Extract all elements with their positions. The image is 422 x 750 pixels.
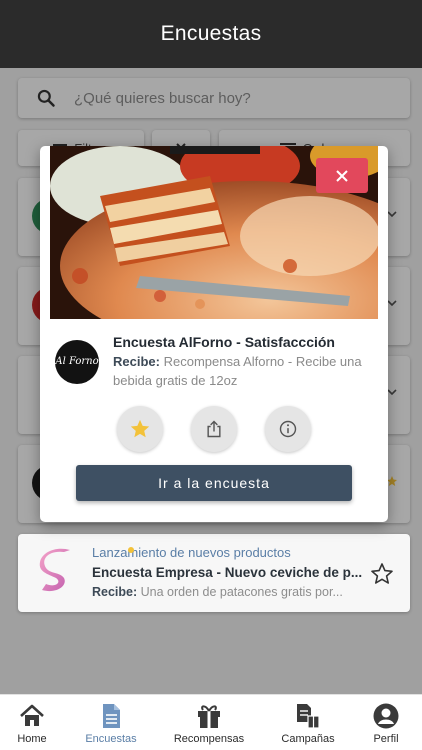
campaign-icon: [297, 704, 320, 729]
favorite-button[interactable]: [117, 406, 163, 452]
nav-label: Perfil: [373, 733, 399, 745]
reward-label: Recibe:: [113, 354, 160, 369]
gift-icon: [198, 705, 220, 728]
profile-icon: [373, 703, 399, 729]
home-icon: [20, 704, 44, 726]
nav-label: Encuestas: [85, 733, 137, 745]
star-icon: [130, 419, 150, 438]
nav-label: Recompensas: [173, 733, 245, 745]
survey-photo: [50, 146, 378, 319]
nav-home[interactable]: Home: [0, 702, 72, 745]
survey-category: Lanzamiento de nuevos productos: [92, 545, 291, 560]
share-button[interactable]: [191, 406, 237, 452]
reward-text: Una orden de patacones gratis por...: [140, 585, 343, 599]
app-header: Encuestas: [0, 0, 422, 68]
document-icon: [103, 704, 120, 728]
nav-label: Campañas: [281, 733, 335, 745]
nav-recompensas[interactable]: Recompensas: [169, 702, 249, 745]
survey-card[interactable]: Lanzamiento de nuevos productos Encuesta…: [18, 534, 410, 612]
info-icon: [279, 420, 297, 438]
reward-label: Recibe:: [92, 585, 138, 599]
nav-perfil[interactable]: Perfil: [346, 702, 422, 745]
status-dot: [128, 547, 134, 553]
survey-reward: Recibe: Una orden de patacones gratis po…: [92, 585, 343, 599]
close-icon: [336, 169, 348, 182]
nav-encuestas[interactable]: Encuestas: [71, 702, 151, 745]
go-to-survey-button[interactable]: Ir a la encuesta: [76, 465, 352, 501]
close-button[interactable]: [316, 158, 368, 193]
bottom-navigation: Home Encuestas Recompensas Campañas Perf…: [0, 694, 422, 750]
brand-logo: Al Forno: [55, 340, 99, 384]
survey-title: Encuesta Empresa - Nuevo ceviche de p...: [92, 565, 363, 580]
survey-detail-modal: Al Forno Encuesta AlForno - Satisfaccció…: [40, 146, 388, 522]
page-title: Encuestas: [160, 22, 262, 45]
favorite-star-icon[interactable]: [370, 562, 394, 586]
nav-label: Home: [17, 733, 47, 745]
company-logo: [39, 548, 70, 592]
nav-campanas[interactable]: Campañas: [268, 702, 348, 745]
brand-name: Al Forno: [55, 356, 99, 367]
modal-title: Encuesta AlForno - Satisfaccción: [113, 334, 335, 350]
modal-reward: Recibe: Recompensa Alforno - Recibe una …: [113, 352, 375, 390]
info-button[interactable]: [265, 406, 311, 452]
share-icon: [207, 420, 221, 438]
